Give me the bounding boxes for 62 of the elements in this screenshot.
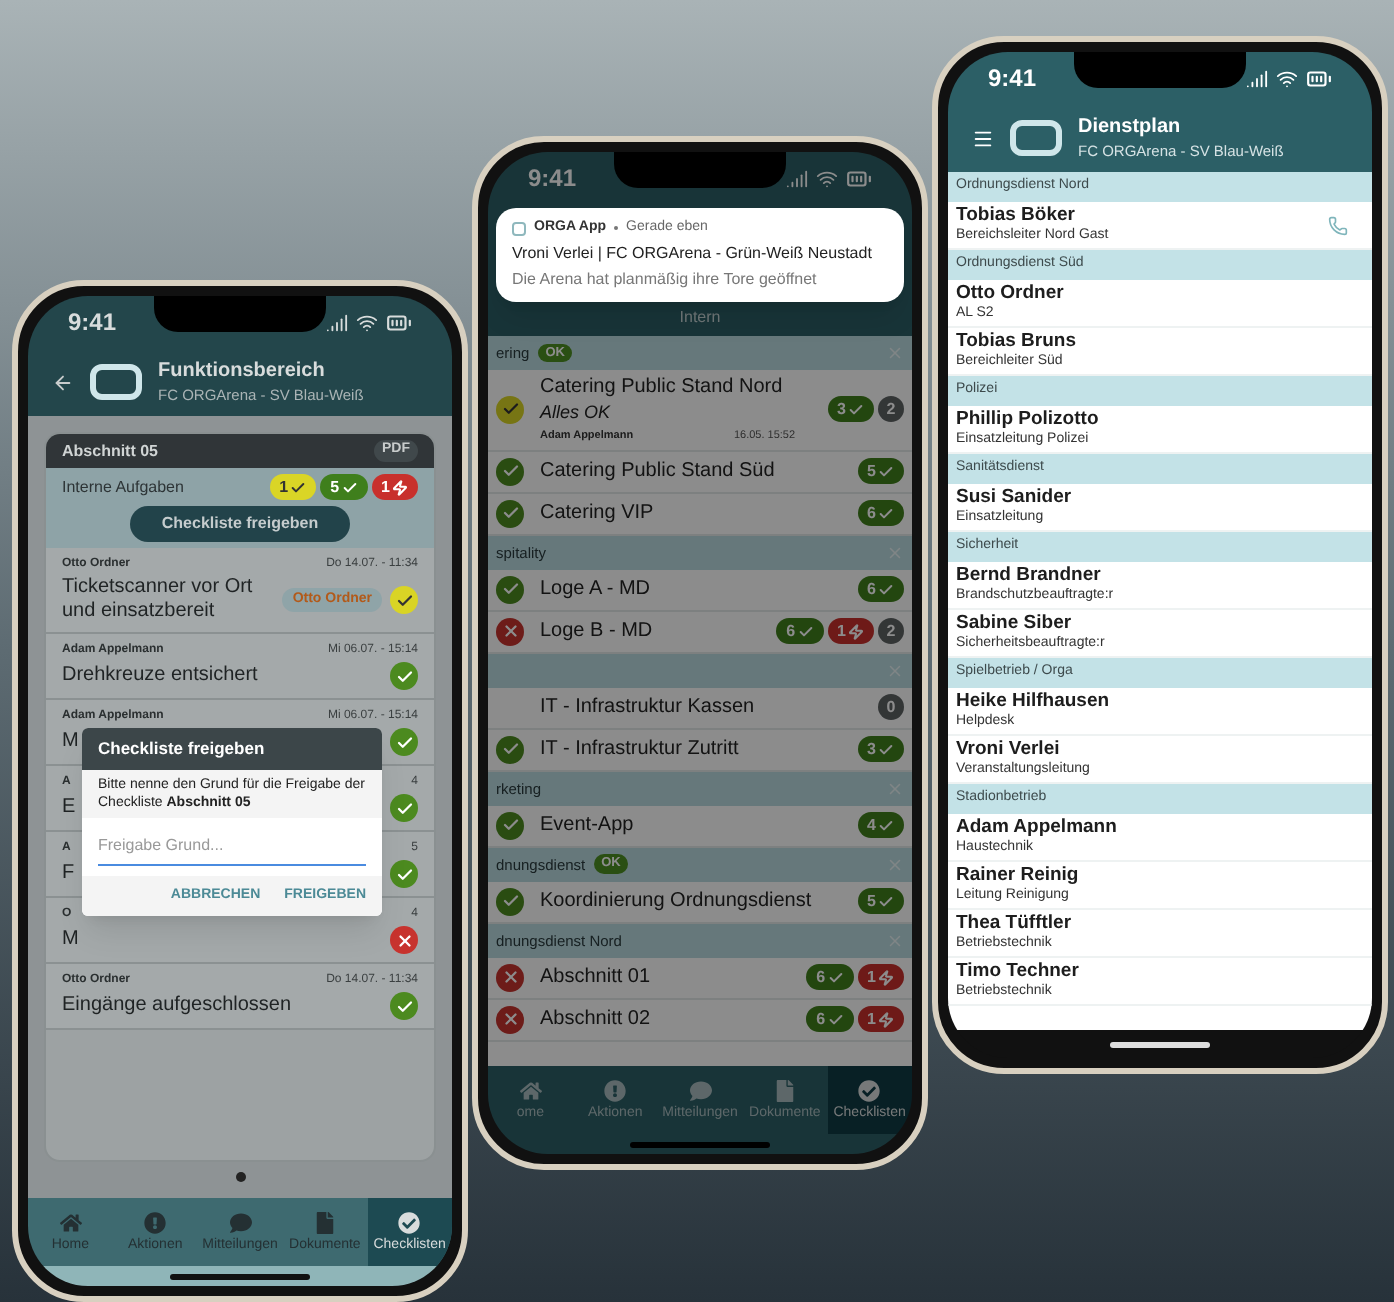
count-badge: 1 [269, 474, 317, 500]
row-title: Catering Public Stand Süd [540, 459, 777, 484]
item-title: Eingänge aufgeschlossen [62, 994, 292, 1018]
count-badge: 6 [776, 618, 824, 645]
count-badge: 1 [857, 964, 904, 991]
row-title: Abschnitt 01 [540, 965, 653, 990]
row-title: Loge B - MD [540, 619, 655, 644]
staff-name: Rainer Reinig [956, 864, 1081, 887]
count-badge: 1 [857, 1006, 904, 1033]
count-badge: 6 [857, 576, 904, 603]
staff-name: Otto Ordner [956, 282, 1066, 306]
status-time: 9:41 [988, 62, 1037, 96]
count-badge: 3 [827, 396, 874, 423]
count-badge: 6 [857, 500, 904, 527]
row-title: Catering Public Stand Nord [540, 376, 785, 400]
item-title: Ticketscanner vor Ort und einsatzbereit [62, 576, 255, 624]
item-title: E [62, 796, 76, 820]
row-title: Loge A - MD [540, 577, 653, 602]
count-badge: 4 [857, 812, 904, 839]
notification-body: Die Arena hat planmäßig ihre Tore geöffnet [512, 267, 819, 291]
row-title: Abschnitt 02 [540, 1007, 653, 1032]
staff-name: Sabine Siber [956, 612, 1074, 635]
staff-name: Vroni Verlei [956, 738, 1062, 761]
staff-name: Tobias Bruns [956, 330, 1078, 353]
item-title: F [62, 862, 75, 886]
header-title: Dienstplan [1078, 116, 1183, 142]
count-badge: 5 [857, 458, 904, 485]
status-time: 9:41 [68, 306, 117, 340]
list-subheading: Intern [679, 306, 721, 330]
count-badge: 1 [371, 474, 418, 500]
staff-name: Susi Sanider [956, 486, 1074, 509]
staff-name: Phillip Polizotto [956, 408, 1101, 431]
row-title: IT - Infrastruktur Kassen [540, 695, 757, 720]
count-badge: 6 [806, 964, 854, 991]
item-title: M [62, 730, 79, 754]
panel-label: Interne Aufgaben [62, 475, 184, 499]
staff-name: Bernd Brandner [956, 564, 1103, 587]
count-badge: 0 [878, 694, 904, 721]
row-title: Koordinierung Ordnungsdienst [540, 889, 814, 914]
staff-name: Heike Hilfhausen [956, 690, 1112, 713]
row-note: Alles OK [540, 400, 613, 426]
count-badge: 5 [320, 474, 368, 500]
staff-name: Adam Appelmann [956, 816, 1119, 839]
row-title: IT - Infrastruktur Zutritt [540, 737, 741, 762]
staff-name: Thea Tüfftler [956, 912, 1074, 935]
count-badge: 2 [878, 618, 904, 645]
count-badge: 5 [857, 888, 904, 915]
item-title: M [62, 928, 79, 952]
row-title: Event-App [540, 813, 636, 838]
row-title: Catering VIP [540, 501, 656, 526]
count-badge: 1 [827, 618, 874, 645]
card-title: Abschnitt 05 [62, 439, 159, 463]
header-title: Funktionsbereich [158, 360, 327, 386]
count-badge: 2 [878, 396, 904, 423]
notification-title: Vroni Verlei | FC ORGArena - Grün-Weiß Neustadt [512, 241, 874, 265]
staff-name: Timo Techner [956, 960, 1081, 983]
dialog-title: Checkliste freigeben [82, 728, 382, 770]
count-badge: 6 [806, 1006, 854, 1033]
item-title: Drehkreuze entsichert [62, 664, 258, 688]
status-time: 9:41 [528, 162, 577, 196]
count-badge: 3 [857, 736, 904, 763]
staff-name: Tobias Böker [956, 204, 1077, 227]
